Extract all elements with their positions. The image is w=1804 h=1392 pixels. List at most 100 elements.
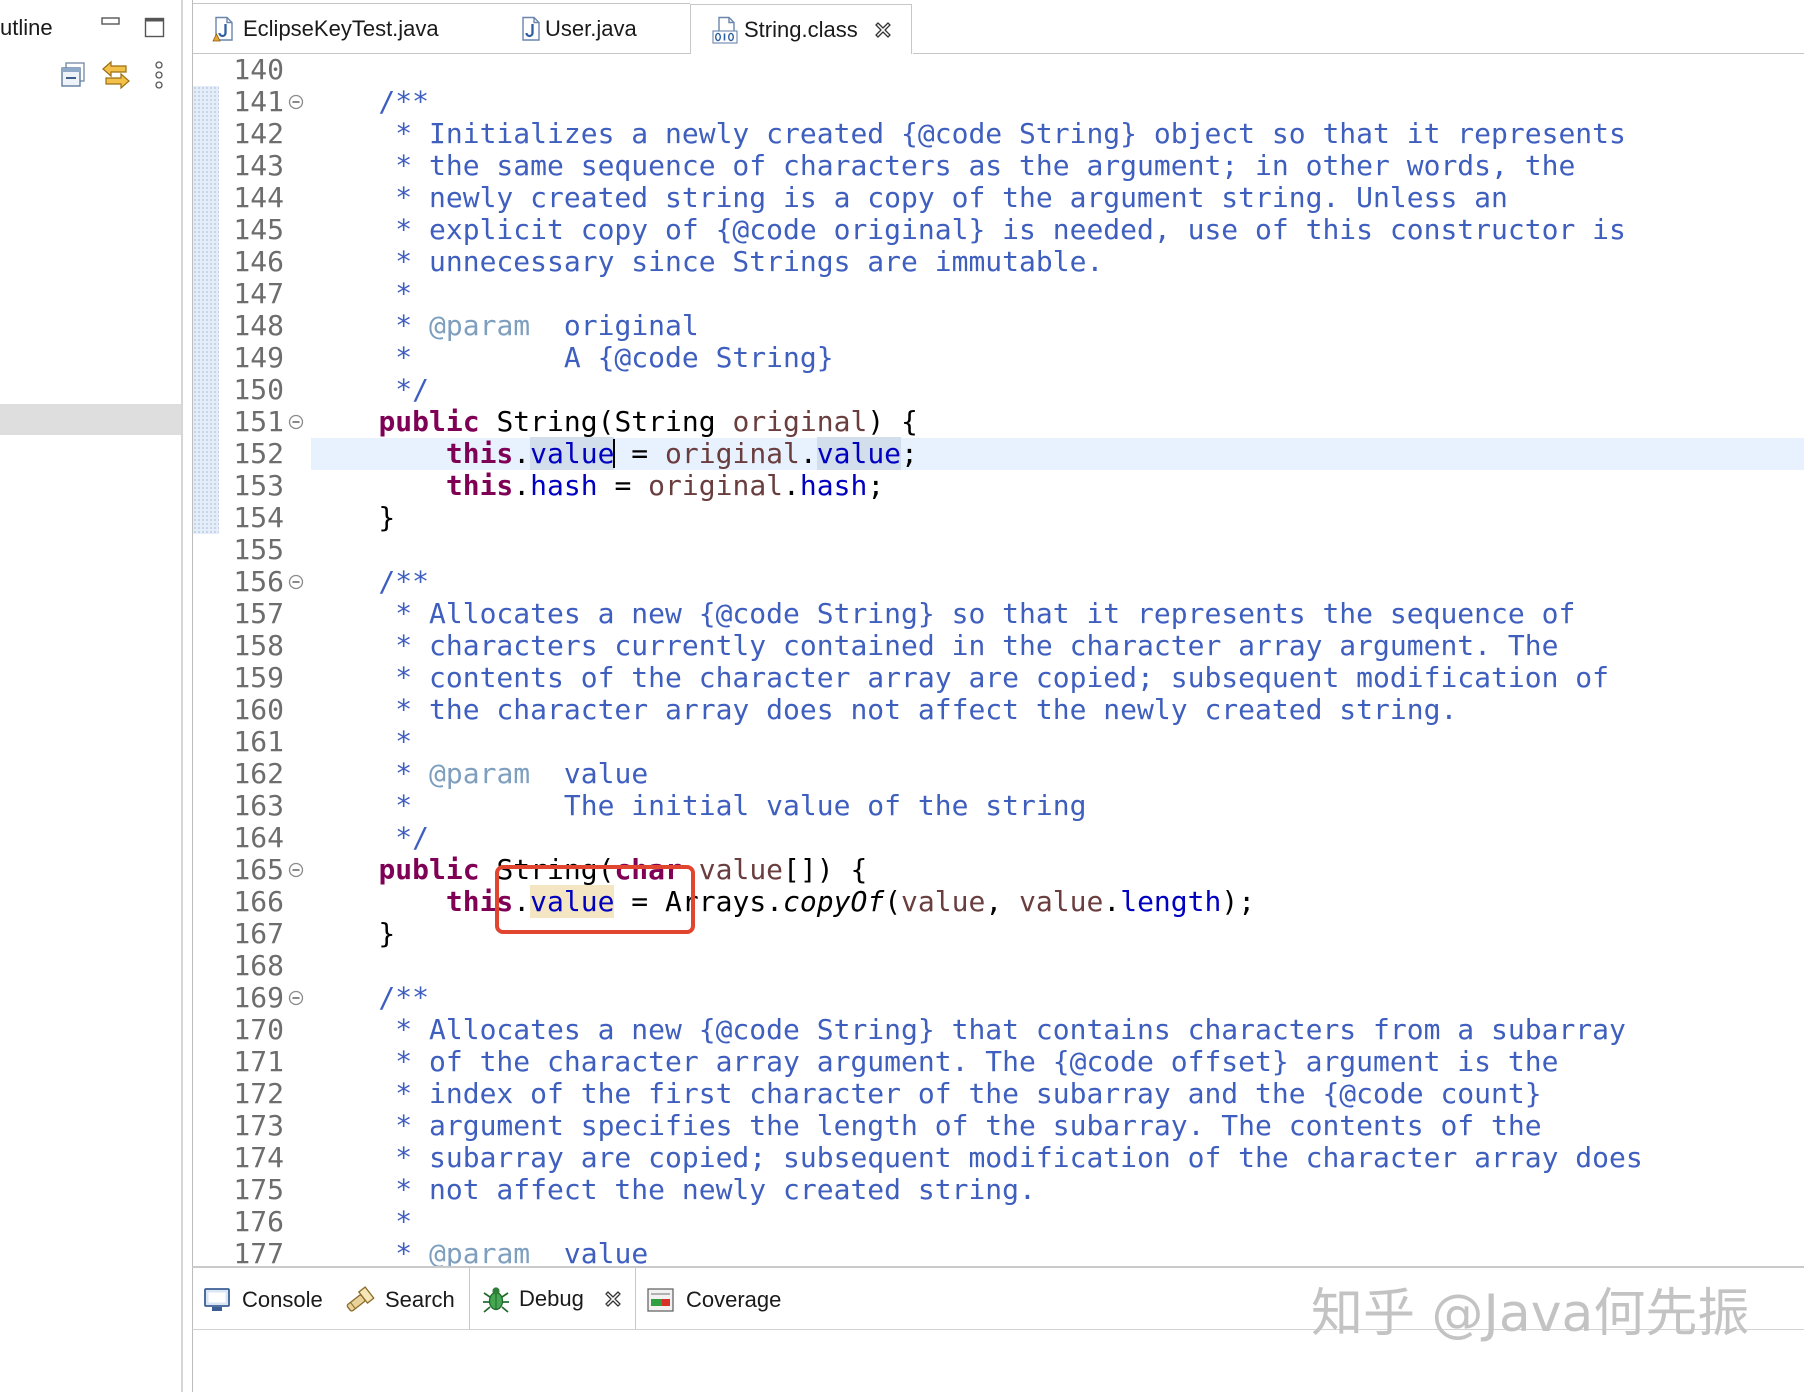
- tab-search[interactable]: Search: [343, 1269, 455, 1330]
- fold-collapse-icon[interactable]: [284, 86, 311, 118]
- minimize-icon[interactable]: [101, 15, 121, 33]
- editor-tab-user[interactable]: User.java: [506, 4, 686, 54]
- code-line[interactable]: 145 * explicit copy of {@code original} …: [193, 214, 1804, 246]
- close-icon[interactable]: [603, 1289, 623, 1309]
- line-number: 146: [233, 245, 284, 278]
- code-text[interactable]: [311, 54, 1804, 86]
- code-line[interactable]: 170 * Allocates a new {@code String} tha…: [193, 1014, 1804, 1046]
- ruler-cell: [193, 694, 219, 726]
- code-line[interactable]: 147 *: [193, 278, 1804, 310]
- code-text[interactable]: * A {@code String}: [311, 342, 1804, 374]
- code-line[interactable]: 167 }: [193, 918, 1804, 950]
- view-menu-icon[interactable]: [153, 60, 165, 95]
- tab-coverage[interactable]: Coverage: [646, 1269, 781, 1330]
- code-text[interactable]: [311, 950, 1804, 982]
- code-line[interactable]: 143 * the same sequence of characters as…: [193, 150, 1804, 182]
- code-text[interactable]: */: [311, 374, 1804, 406]
- code-text[interactable]: *: [311, 1206, 1804, 1238]
- code-line[interactable]: 172 * index of the first character of th…: [193, 1078, 1804, 1110]
- code-line[interactable]: 165 public String(char value[]) {: [193, 854, 1804, 886]
- code-text[interactable]: * argument specifies the length of the s…: [311, 1110, 1804, 1142]
- code-line[interactable]: 141 /**: [193, 86, 1804, 118]
- editor-tab-string-class[interactable]: String.class: [690, 4, 912, 55]
- code-text[interactable]: /**: [311, 566, 1804, 598]
- code-line[interactable]: 169 /**: [193, 982, 1804, 1014]
- code-line[interactable]: 149 * A {@code String}: [193, 342, 1804, 374]
- code-line[interactable]: 150 */: [193, 374, 1804, 406]
- code-text[interactable]: * the character array does not affect th…: [311, 694, 1804, 726]
- code-line[interactable]: 173 * argument specifies the length of t…: [193, 1110, 1804, 1142]
- code-text[interactable]: * not affect the newly created string.: [311, 1174, 1804, 1206]
- current-line-text[interactable]: this.value = original.value;: [311, 437, 1804, 470]
- code-text[interactable]: * of the character array argument. The {…: [311, 1046, 1804, 1078]
- code-text[interactable]: this.hash = original.hash;: [311, 470, 1804, 502]
- code-line[interactable]: 159 * contents of the character array ar…: [193, 662, 1804, 694]
- code-text[interactable]: */: [311, 822, 1804, 854]
- code-text[interactable]: * @param value: [311, 758, 1804, 790]
- fold-collapse-icon[interactable]: [284, 854, 311, 886]
- code-editor[interactable]: 140 141 /** 142 * Initializes a newly crea…: [192, 54, 1804, 1266]
- code-line[interactable]: 144 * newly created string is a copy of …: [193, 182, 1804, 214]
- code-line[interactable]: 142 * Initializes a newly created {@code…: [193, 118, 1804, 150]
- close-icon[interactable]: [873, 20, 893, 40]
- code-line[interactable]: 163 * The initial value of the string: [193, 790, 1804, 822]
- collapse-all-icon[interactable]: [59, 61, 87, 94]
- code-text[interactable]: * explicit copy of {@code original} is n…: [311, 214, 1804, 246]
- maximize-icon[interactable]: [144, 17, 166, 44]
- code-text[interactable]: * Allocates a new {@code String} so that…: [311, 598, 1804, 630]
- code-line[interactable]: 175 * not affect the newly created strin…: [193, 1174, 1804, 1206]
- fold-collapse-icon[interactable]: [284, 406, 311, 438]
- code-text[interactable]: *: [311, 278, 1804, 310]
- code-text[interactable]: * unnecessary since Strings are immutabl…: [311, 246, 1804, 278]
- code-line[interactable]: 160 * the character array does not affec…: [193, 694, 1804, 726]
- code-line[interactable]: 171 * of the character array argument. T…: [193, 1046, 1804, 1078]
- code-text[interactable]: * The initial value of the string: [311, 790, 1804, 822]
- code-text[interactable]: }: [311, 502, 1804, 534]
- code-text[interactable]: /**: [311, 982, 1804, 1014]
- fold-collapse-icon[interactable]: [284, 566, 311, 598]
- code-text[interactable]: [311, 534, 1804, 566]
- code-text[interactable]: * Initializes a newly created {@code Str…: [311, 118, 1804, 150]
- code-text[interactable]: * the same sequence of characters as the…: [311, 150, 1804, 182]
- code-line[interactable]: 146 * unnecessary since Strings are immu…: [193, 246, 1804, 278]
- code-text[interactable]: * contents of the character array are co…: [311, 662, 1804, 694]
- code-line[interactable]: 151 public String(String original) {: [193, 406, 1804, 438]
- code-text[interactable]: * index of the first character of the su…: [311, 1078, 1804, 1110]
- code-line[interactable]: 166 this.value = Arrays.copyOf(value, va…: [193, 885, 1804, 918]
- code-text[interactable]: * Allocates a new {@code String} that co…: [311, 1014, 1804, 1046]
- code-line[interactable]: 161 *: [193, 726, 1804, 758]
- code-line[interactable]: 140: [193, 54, 1804, 86]
- tab-debug[interactable]: Debug: [469, 1268, 636, 1329]
- outline-panel-title[interactable]: utline: [0, 14, 53, 42]
- link-with-editor-icon[interactable]: [101, 60, 131, 95]
- code-line[interactable]: 176 *: [193, 1206, 1804, 1238]
- ruler-cell: [193, 758, 219, 790]
- code-line[interactable]: 153 this.hash = original.hash;: [193, 470, 1804, 502]
- code-text[interactable]: public String(String original) {: [311, 406, 1804, 438]
- fold-gutter: [284, 918, 311, 950]
- code-text[interactable]: /**: [311, 86, 1804, 118]
- code-text[interactable]: * @param value: [311, 1238, 1804, 1267]
- code-line[interactable]: 152 this.value = original.value;: [193, 437, 1804, 470]
- code-line[interactable]: 168: [193, 950, 1804, 982]
- fold-collapse-icon[interactable]: [284, 982, 311, 1014]
- code-line[interactable]: 162 * @param value: [193, 758, 1804, 790]
- code-token: public: [378, 853, 480, 886]
- code-line[interactable]: 155: [193, 534, 1804, 566]
- code-line[interactable]: 177 * @param value: [193, 1238, 1804, 1267]
- code-text[interactable]: * subarray are copied; subsequent modifi…: [311, 1142, 1804, 1174]
- code-line[interactable]: 148 * @param original: [193, 310, 1804, 342]
- code-text[interactable]: * characters currently contained in the …: [311, 630, 1804, 662]
- code-line[interactable]: 154 }: [193, 502, 1804, 534]
- code-line[interactable]: 158 * characters currently contained in …: [193, 630, 1804, 662]
- code-line[interactable]: 164 */: [193, 822, 1804, 854]
- code-line[interactable]: 157 * Allocates a new {@code String} so …: [193, 598, 1804, 630]
- code-text[interactable]: * newly created string is a copy of the …: [311, 182, 1804, 214]
- outline-selected-item[interactable]: [0, 404, 181, 435]
- code-text[interactable]: * @param original: [311, 310, 1804, 342]
- tab-console[interactable]: Console: [203, 1269, 323, 1330]
- code-line[interactable]: 174 * subarray are copied; subsequent mo…: [193, 1142, 1804, 1174]
- code-text[interactable]: *: [311, 726, 1804, 758]
- editor-tab-eclipsekeytest[interactable]: EclipseKeyTest.java: [200, 4, 490, 54]
- code-line[interactable]: 156 /**: [193, 566, 1804, 598]
